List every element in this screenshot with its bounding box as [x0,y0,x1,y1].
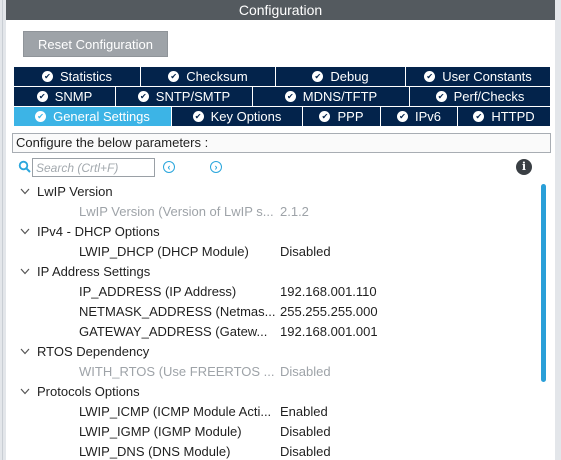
tab-label: PPP [337,109,364,124]
tab-label: Statistics [59,69,112,84]
parameter-value[interactable]: 192.168.001.001 [280,322,378,342]
check-icon: ✔ [396,111,408,122]
tab-label: Perf/Checks [453,89,525,104]
chevron-down-icon[interactable] [19,262,31,282]
chevron-down-icon[interactable] [19,382,31,402]
parameter-value[interactable]: Disabled [280,442,331,460]
tree-group[interactable]: LwIP Version [0,182,540,202]
check-icon: ✔ [312,71,324,82]
info-icon[interactable]: i [516,159,532,175]
parameter-name: LwIP Version (Version of LwIP s... [79,204,274,219]
check-icon: ✔ [284,91,296,102]
parameter-tree: LwIP Version LwIP Version (Version of LwI… [0,182,540,460]
parameter-row[interactable]: GATEWAY_ADDRESS (Gatew... 192.168.001.001 [0,322,540,342]
tab-perf-checks[interactable]: ✔ Perf/Checks [410,87,550,107]
tab-debug[interactable]: ✔ Debug [276,67,406,87]
parameter-value[interactable]: Disabled [280,422,331,442]
tab-label: MDNS/TFTP [302,89,378,104]
check-icon: ✔ [435,91,447,102]
parameter-name: LWIP_ICMP (ICMP Module Acti... [79,404,272,419]
tab-label: HTTPD [491,109,535,124]
panel-title: Configuration [6,0,555,20]
tab-label: IPv6 [414,109,441,124]
parameter-value[interactable]: 255.255.255.000 [280,302,378,322]
parameter-name: WITH_RTOS (Use FREERTOS ... [79,364,275,379]
tab-label: SNTP/SMTP [155,89,231,104]
tab-label: User Constants [442,69,532,84]
parameter-value[interactable]: 192.168.001.110 [280,282,377,302]
chevron-down-icon[interactable] [19,182,31,202]
tab-row-1: ✔ Statistics ✔ Checksum ✔ Debug ✔ User Const… [14,67,550,87]
tab-label: Checksum [186,69,248,84]
parameter-name: NETMASK_ADDRESS (Netmas... [79,304,276,319]
parameter-row[interactable]: IP_ADDRESS (IP Address) 192.168.001.110 [0,282,540,302]
tab-row-2: ✔ SNMP ✔ SNTP/SMTP ✔ MDNS/TFTP ✔ Perf/Checks [14,87,550,107]
tab-label: Debug [330,69,369,84]
parameter-row[interactable]: LWIP_DHCP (DHCP Module) Disabled [0,242,540,262]
tab-key-options[interactable]: ✔ Key Options [172,107,303,127]
tab-label: Key Options [210,109,282,124]
parameter-row[interactable]: LWIP_IGMP (IGMP Module) Disabled [0,422,540,442]
search-icon [18,160,31,173]
tab-statistics[interactable]: ✔ Statistics [14,67,141,87]
tab-user-constants[interactable]: ✔ User Constants [406,67,550,87]
tab-label: SNMP [54,89,93,104]
parameter-value[interactable]: Disabled [280,242,331,262]
check-icon: ✔ [192,111,204,122]
tab-general-settings[interactable]: ✔ General Settings [14,107,172,127]
search-input[interactable] [32,158,155,177]
parameter-row[interactable]: LWIP_DNS (DNS Module) Disabled [0,442,540,460]
tab-snmp[interactable]: ✔ SNMP [14,87,116,107]
tab-httpd[interactable]: ✔ HTTPD [458,107,550,127]
tab-ppp[interactable]: ✔ PPP [303,107,381,127]
tree-group-label: LwIP Version [37,184,113,199]
parameter-row[interactable]: WITH_RTOS (Use FREERTOS ... Disabled [0,362,540,382]
tab-label: General Settings [53,109,150,124]
right-panel-edge [555,0,561,460]
parameter-name: LWIP_DHCP (DHCP Module) [79,244,249,259]
tree-group-label: RTOS Dependency [37,344,150,359]
tab-sntp-smtp[interactable]: ✔ SNTP/SMTP [116,87,253,107]
reset-configuration-button[interactable]: Reset Configuration [23,31,168,57]
check-icon: ✔ [35,111,47,122]
parameter-name: IP_ADDRESS (IP Address) [79,284,237,299]
tab-checksum[interactable]: ✔ Checksum [141,67,276,87]
params-header: Configure the below parameters : [12,133,551,153]
parameter-value[interactable]: 2.1.2 [280,202,309,222]
check-icon: ✔ [41,71,53,82]
check-icon: ✔ [473,111,485,122]
check-icon: ✔ [319,111,331,122]
tab-mdns-tftp[interactable]: ✔ MDNS/TFTP [253,87,410,107]
chevron-down-icon[interactable] [19,222,31,242]
parameter-value[interactable]: Disabled [280,362,331,382]
tree-group-label: IPv4 - DHCP Options [37,224,160,239]
check-icon: ✔ [168,71,180,82]
parameter-row[interactable]: LWIP_ICMP (ICMP Module Acti... Enabled [0,402,540,422]
tree-group[interactable]: IPv4 - DHCP Options [0,222,540,242]
tree-group[interactable]: IP Address Settings [0,262,540,282]
search-prev-button[interactable]: ‹ [163,161,175,173]
check-icon: ✔ [424,71,436,82]
tree-group[interactable]: RTOS Dependency [0,342,540,362]
parameter-row[interactable]: NETMASK_ADDRESS (Netmas... 255.255.255.00… [0,302,540,322]
chevron-down-icon[interactable] [19,342,31,362]
tab-row-3: ✔ General Settings ✔ Key Options ✔ PPP ✔ IPv… [14,107,550,127]
tab-ipv6[interactable]: ✔ IPv6 [381,107,458,127]
parameter-row[interactable]: LwIP Version (Version of LwIP s... 2.1.2 [0,202,540,222]
parameter-name: LWIP_DNS (DNS Module) [79,444,231,459]
search-next-button[interactable]: › [210,161,222,173]
parameter-name: LWIP_IGMP (IGMP Module) [79,424,242,439]
tree-group[interactable]: Protocols Options [0,382,540,402]
parameter-value[interactable]: Enabled [280,402,328,422]
parameter-name: GATEWAY_ADDRESS (Gatew... [79,324,268,339]
check-icon: ✔ [137,91,149,102]
check-icon: ✔ [36,91,48,102]
tree-group-label: IP Address Settings [37,264,151,279]
scrollbar[interactable] [541,184,546,382]
tree-group-label: Protocols Options [37,384,140,399]
